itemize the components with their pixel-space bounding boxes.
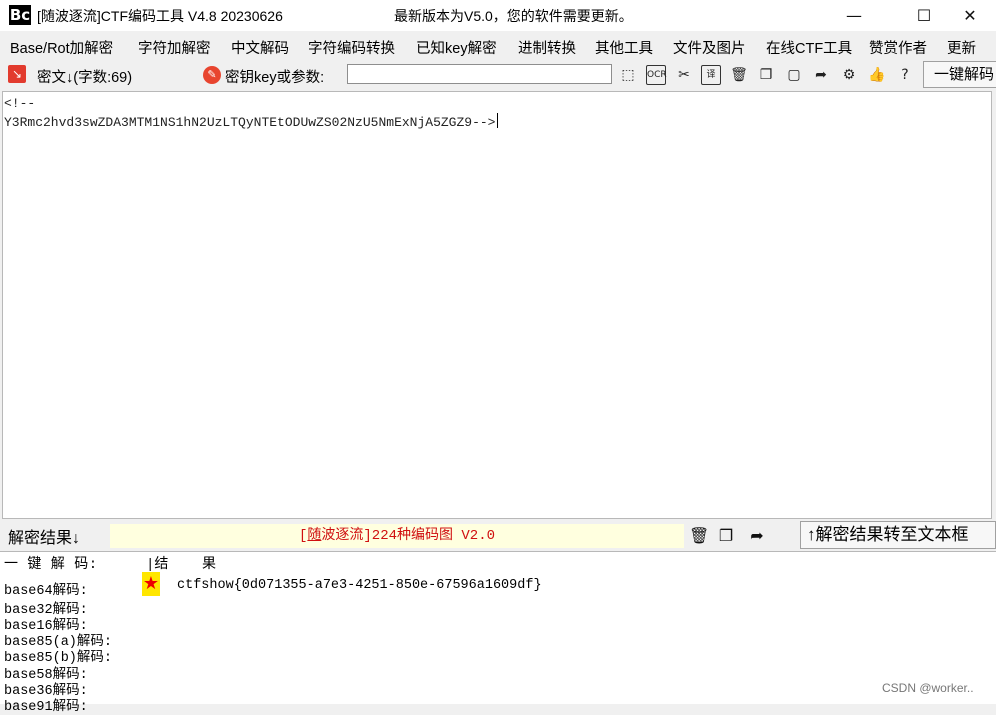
to-textbox-button[interactable]: ↑解密结果转至文本框 (800, 521, 996, 549)
share-icon[interactable]: ➦ (747, 526, 767, 546)
gear-icon[interactable]: ⚙ (839, 65, 859, 85)
banner-rest: 波逐流]224种编码图 V2.0 (321, 528, 496, 544)
close-button[interactable]: ✕ (947, 0, 993, 31)
result-row-label: base64解码: (4, 584, 88, 599)
scissors-icon[interactable]: ✂ (674, 65, 694, 85)
maximize-button[interactable]: ☐ (901, 0, 947, 31)
menu-update[interactable]: 更新 (947, 37, 976, 58)
base64-result-value[interactable]: ctfshow{0d071355-a7e3-4251-850e-67596a16… (177, 578, 542, 593)
update-notice: 最新版本为V5.0，您的软件需要更新。 (394, 8, 633, 24)
menu-charset-convert[interactable]: 字符编码转换 (308, 37, 395, 58)
menu-known-key[interactable]: 已知key解密 (416, 37, 497, 58)
key-label: 密钥key或参数: (225, 70, 325, 86)
results-header-right: |结 果 (146, 557, 217, 573)
window-title: [随波逐流]CTF编码工具 V4.8 20230626 (37, 8, 283, 24)
thumbs-up-icon[interactable]: 👍 (867, 65, 887, 85)
share-icon[interactable]: ➦ (811, 65, 831, 85)
cipher-line-1: <!-- (4, 96, 36, 111)
paste-icon[interactable]: ▢ (784, 65, 804, 85)
menu-base-rot[interactable]: Base/Rot加解密 (10, 37, 113, 58)
menu-online-ctf[interactable]: 在线CTF工具 (766, 37, 852, 58)
watermark: CSDN @worker.. (882, 681, 974, 695)
star-icon: ★ (142, 572, 160, 596)
app-logo: Bc (9, 5, 31, 25)
menu-char-crypt[interactable]: 字符加解密 (138, 37, 211, 58)
minimize-button[interactable]: — (831, 0, 877, 31)
menu-donate[interactable]: 赞赏作者 (869, 37, 927, 58)
key-input[interactable] (347, 64, 612, 84)
banner: [随波逐流]224种编码图 V2.0 (110, 524, 684, 548)
results-header-left: 一 键 解 码: (4, 557, 98, 573)
cursor-select-icon[interactable]: ⬚ (618, 65, 638, 85)
menu-other-tools[interactable]: 其他工具 (595, 37, 653, 58)
ocr-icon[interactable]: OCR (646, 65, 667, 85)
result-label: 解密结果↓ (8, 530, 81, 547)
menu-radix-convert[interactable]: 进制转换 (518, 37, 576, 58)
trash-icon[interactable]: 🗑 (729, 65, 749, 85)
menu-bar: Base/Rot加解密 字符加解密 中文解码 字符编码转换 已知key解密 进制… (0, 33, 996, 59)
cipher-line-2: Y3Rmc2hvd3swZDA3MTM1NS1hN2UzLTQyNTEtODUw… (4, 113, 984, 132)
help-icon[interactable]: ? (895, 65, 915, 85)
result-row-label: base91解码: (4, 700, 88, 715)
copy-icon[interactable]: ❐ (756, 65, 776, 85)
copy-icon[interactable]: ❐ (716, 526, 736, 546)
cipher-label: 密文↓(字数:69) (37, 70, 133, 86)
menu-chinese-decode[interactable]: 中文解码 (231, 37, 289, 58)
cipher-text[interactable]: <!-- Y3Rmc2hvd3swZDA3MTM1NS1hN2UzLTQyNTEt… (4, 95, 984, 132)
one-click-decode-button[interactable]: 一键解码 (923, 61, 996, 88)
cipher-line-2-text: Y3Rmc2hvd3swZDA3MTM1NS1hN2UzLTQyNTEtODUw… (4, 115, 496, 130)
trash-icon[interactable]: 🗑 (689, 526, 709, 546)
text-caret (497, 113, 499, 128)
key-icon: ✎ (203, 66, 221, 84)
translate-icon[interactable]: 译 (701, 65, 721, 85)
cipher-icon: ↘ (8, 65, 26, 83)
cipher-textarea[interactable] (2, 91, 992, 519)
banner-highlight: 随 (307, 528, 322, 544)
menu-files-images[interactable]: 文件及图片 (673, 37, 746, 58)
